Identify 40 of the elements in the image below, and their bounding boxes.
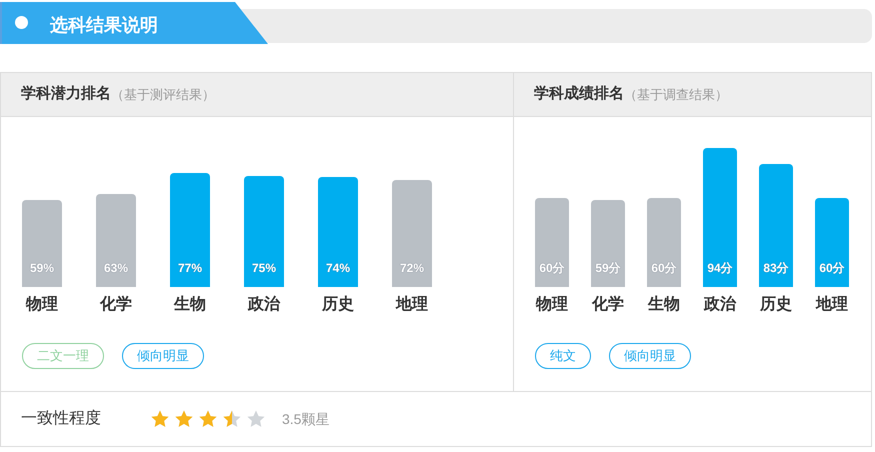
bar-value-label: 59分 <box>595 260 621 277</box>
bar-category-label: 物理 <box>536 295 568 315</box>
tag: 纯文 <box>535 343 591 369</box>
star-icon <box>246 409 266 429</box>
tag: 倾向明显 <box>122 343 204 369</box>
bar-category-label: 地理 <box>816 295 848 315</box>
panel-title: 学科成绩排名 <box>534 84 624 104</box>
section-title: 选科结果说明 <box>50 14 158 37</box>
bar-value-label: 75% <box>252 260 276 277</box>
tag: 二文一理 <box>22 343 104 369</box>
bar-category-label: 化学 <box>592 295 624 315</box>
star-rating-text: 3.5颗星 <box>282 410 330 428</box>
bar-category-label: 政治 <box>704 295 736 315</box>
bar-category-label: 历史 <box>760 295 792 315</box>
bar-value-label: 63% <box>104 260 128 277</box>
bar-value-label: 60分 <box>819 260 845 277</box>
bar-category-label: 历史 <box>322 295 354 315</box>
panel-subtitle: （基于测评结果） <box>111 86 215 104</box>
bar-value-label: 60分 <box>651 260 677 277</box>
bar-value-label: 94分 <box>707 260 733 277</box>
bar-category-label: 物理 <box>26 295 58 315</box>
bar-value-label: 74% <box>326 260 350 277</box>
bar-value-label: 59% <box>30 260 54 277</box>
panel-subtitle: （基于调查结果） <box>624 86 728 104</box>
panel-title: 学科潜力排名 <box>21 84 111 104</box>
tag: 倾向明显 <box>609 343 691 369</box>
star-icon <box>198 409 218 429</box>
star-icon <box>150 409 170 429</box>
bar-value-label: 77% <box>178 260 202 277</box>
bar-category-label: 生物 <box>174 295 206 315</box>
bar-category-label: 地理 <box>396 295 428 315</box>
bar-value-label: 72% <box>400 260 424 277</box>
bar-value-label: 60分 <box>539 260 565 277</box>
bar-value-label: 83分 <box>763 260 789 277</box>
bar-category-label: 生物 <box>648 295 680 315</box>
bar-category-label: 政治 <box>248 295 280 315</box>
bar-category-label: 化学 <box>100 295 132 315</box>
star-icon <box>174 409 194 429</box>
star-icon <box>222 409 242 429</box>
consistency-label: 一致性程度 <box>21 408 102 429</box>
